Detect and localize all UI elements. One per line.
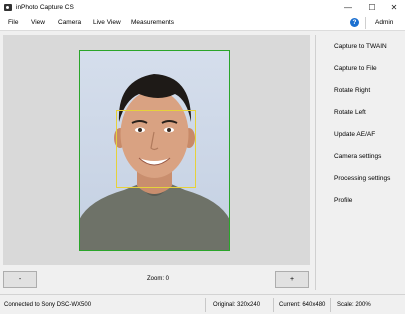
status-divider <box>205 298 206 312</box>
menu-bar: File View Camera Live View Measurements … <box>0 15 405 31</box>
menu-view[interactable]: View <box>31 19 45 27</box>
rotate-left-link[interactable]: Rotate Left <box>334 109 366 117</box>
menu-measurements[interactable]: Measurements <box>131 19 174 27</box>
sidebar-divider <box>315 35 316 290</box>
capture-to-file-link[interactable]: Capture to File <box>334 65 377 73</box>
status-divider <box>330 298 331 312</box>
capture-to-twain-link[interactable]: Capture to TWAIN <box>334 43 387 51</box>
status-divider <box>273 298 274 312</box>
help-icon[interactable]: ? <box>350 18 359 27</box>
menu-file[interactable]: File <box>8 19 18 27</box>
profile-link[interactable]: Profile <box>334 197 352 205</box>
zoom-out-button[interactable]: - <box>3 271 37 288</box>
scale-status: Scale: 200% <box>337 302 371 308</box>
title-bar: inPhoto Capture CS — ☐ ✕ <box>0 0 405 15</box>
menu-camera[interactable]: Camera <box>58 19 81 27</box>
maximize-button[interactable]: ☐ <box>360 0 384 15</box>
current-resolution: Current: 640x480 <box>279 302 326 308</box>
menu-live-view[interactable]: Live View <box>93 19 121 27</box>
focus-area-frame <box>116 110 196 188</box>
status-bar: Connected to Sony DSC-WX500 Original: 32… <box>0 294 405 314</box>
close-button[interactable]: ✕ <box>382 0 405 15</box>
original-resolution: Original: 320x240 <box>213 302 261 308</box>
connection-status: Connected to Sony DSC-WX500 <box>4 302 92 308</box>
live-view-preview[interactable] <box>3 35 310 265</box>
zoom-in-button[interactable]: + <box>275 271 309 288</box>
update-ae-af-link[interactable]: Update AE/AF <box>334 131 375 139</box>
menu-divider <box>365 17 366 29</box>
window-title: inPhoto Capture CS <box>16 4 74 11</box>
camera-settings-link[interactable]: Camera settings <box>334 153 381 161</box>
rotate-right-link[interactable]: Rotate Right <box>334 87 370 95</box>
minimize-button[interactable]: — <box>336 0 360 15</box>
zoom-level-label: Zoom: 0 <box>146 276 169 282</box>
camera-app-icon <box>4 4 12 11</box>
processing-settings-link[interactable]: Processing settings <box>334 175 390 183</box>
admin-menu[interactable]: Admin <box>375 19 393 27</box>
